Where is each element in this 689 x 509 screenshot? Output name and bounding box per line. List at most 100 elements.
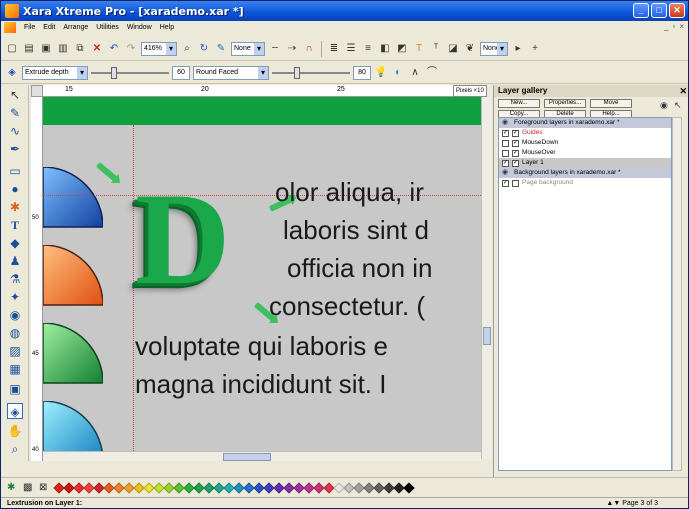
document-icon[interactable] [4, 22, 16, 33]
add-icon[interactable]: + [528, 42, 542, 56]
arrowhead-icon[interactable]: ⇢ [285, 42, 299, 56]
menu-help[interactable]: Help [156, 24, 178, 31]
print-icon[interactable]: ▥ [56, 42, 70, 56]
line-width-icon[interactable]: ↻ [197, 42, 211, 56]
visible-checkbox[interactable]: ✓ [502, 179, 509, 187]
ellipse-tool-icon[interactable]: ● [7, 181, 23, 197]
contour-tool-icon[interactable]: ✦ [7, 289, 23, 305]
locked-checkbox[interactable]: ✓ [512, 159, 519, 167]
eye-icon[interactable]: ◉ [502, 168, 512, 178]
menu-window[interactable]: Window [123, 24, 156, 31]
depth-value-field[interactable]: 60 [172, 65, 190, 80]
gallery-close-icon[interactable]: ✕ [679, 85, 687, 97]
vertical-guideline[interactable] [133, 125, 134, 451]
properties-button[interactable]: Properties... [544, 99, 586, 108]
delete-icon[interactable]: ✕ [90, 42, 104, 56]
bevel-in-icon[interactable]: ∧ [408, 66, 422, 80]
gallery-scrollbar[interactable] [672, 117, 682, 471]
vertical-scroll-thumb[interactable] [483, 327, 491, 345]
new-document-icon[interactable]: ▢ [5, 42, 19, 56]
layer-row-layer1[interactable]: ✓ ✓ Layer 1 [499, 158, 671, 168]
bevel-slider-thumb[interactable] [294, 66, 300, 79]
pen-icon[interactable]: ✎ [214, 42, 228, 56]
horizontal-scrollbar[interactable] [43, 451, 481, 461]
ruler-origin[interactable] [31, 85, 43, 97]
visible-checkbox[interactable]: ✓ [502, 129, 509, 137]
visible-checkbox[interactable]: ✓ [502, 159, 509, 167]
colour-gallery-icon[interactable]: ▩ [23, 482, 35, 494]
shadow-icon[interactable]: ◪ [446, 42, 460, 56]
bevel-tool-icon[interactable]: ◍ [7, 325, 23, 341]
layer-row-mouseover[interactable]: ✓ MouseOver [499, 148, 671, 158]
text-line[interactable]: magna incididunt sit. I [135, 369, 386, 400]
menu-edit[interactable]: Edit [39, 24, 59, 31]
page-indicator[interactable]: ▲▼ Page 3 of 3 [606, 498, 658, 508]
zoom-tool-icon[interactable]: ⌕ [7, 441, 23, 457]
locked-checkbox[interactable]: ✓ [512, 149, 519, 157]
superscript-icon[interactable]: ᵀ [429, 42, 443, 56]
menu-arrange[interactable]: Arrange [59, 24, 92, 31]
text-line[interactable]: officia non in [287, 253, 433, 284]
text-line[interactable]: olor aliqua, ir [275, 177, 424, 208]
photo-tool-icon[interactable]: ▣ [7, 381, 23, 397]
blend-tool-icon[interactable]: ⚗ [7, 271, 23, 287]
visible-checkbox[interactable] [502, 149, 509, 157]
doc-close-button[interactable]: × [679, 22, 684, 31]
rectangle-tool-icon[interactable]: ▭ [7, 163, 23, 179]
move-button[interactable]: Move [590, 99, 632, 108]
horizontal-ruler[interactable]: 15 20 25 [43, 85, 487, 97]
push-tool-icon[interactable]: ✋ [7, 423, 23, 439]
bevel-icon[interactable]: ◩ [395, 42, 409, 56]
depth-slider-thumb[interactable] [111, 66, 117, 79]
bevel-type-dropdown[interactable]: Round Faced [193, 65, 269, 80]
extrude-mode-dropdown[interactable]: Extrude depth [22, 65, 88, 80]
copy-icon[interactable]: ⧉ [73, 42, 87, 56]
extruded-dropcap[interactable]: D [135, 169, 230, 309]
shadow-tool-icon[interactable]: ◉ [7, 307, 23, 323]
align-right-icon[interactable]: ≡ [361, 42, 375, 56]
extrude-tool-icon[interactable]: ◈ [7, 403, 23, 419]
depth-slider[interactable] [91, 66, 169, 79]
text-line[interactable]: laboris sint d [283, 215, 429, 246]
transparency-tool-icon[interactable]: ♟ [7, 253, 23, 269]
align-left-icon[interactable]: ≣ [327, 42, 341, 56]
live-effects-tool-icon[interactable]: ▦ [7, 361, 23, 377]
mould-tool-icon[interactable]: ▨ [7, 343, 23, 359]
text-line[interactable]: voluptate qui laboris e [135, 331, 388, 362]
magnet-icon[interactable]: ∩ [302, 42, 316, 56]
text-line[interactable]: consectetur. ( [269, 291, 425, 322]
colour-swatch[interactable] [403, 481, 415, 494]
title-bar[interactable]: Xara Xtreme Pro - [xarademo.xar *] _ □ ✕ [1, 1, 688, 21]
zoom-icon[interactable]: ⌕ [180, 42, 194, 56]
align-center-icon[interactable]: ☰ [344, 42, 358, 56]
layer-row-guides[interactable]: ✓ ✓ Guides [499, 128, 671, 138]
locked-checkbox[interactable]: ✓ [512, 139, 519, 147]
eye-icon[interactable]: ◉ [502, 118, 512, 128]
extrude-tool-icon[interactable]: ◈ [5, 66, 19, 80]
vertical-ruler[interactable]: 50 45 40 [31, 97, 43, 461]
text-tool-icon[interactable]: T [7, 217, 23, 233]
text-tool-icon[interactable]: T [412, 42, 426, 56]
light-bulb-icon[interactable]: 💡 [374, 66, 388, 80]
line-style-dropdown[interactable]: None [231, 41, 265, 56]
gallery-title-bar[interactable]: Layer gallery ✕ [494, 85, 688, 97]
expand-icon[interactable]: ▸ [511, 42, 525, 56]
zoom-dropdown[interactable]: 416% [141, 41, 177, 56]
horizontal-scroll-thumb[interactable] [223, 453, 271, 461]
locked-checkbox[interactable]: ✓ [512, 129, 519, 137]
maximize-button[interactable]: □ [651, 3, 667, 18]
redo-icon[interactable]: ↷ [124, 42, 138, 56]
visibility-eye-icon[interactable]: ◉ [660, 100, 668, 111]
fill-tool-icon[interactable]: ◆ [7, 235, 23, 251]
bevel-out-icon[interactable]: ⌒ [425, 66, 439, 80]
transparency-icon[interactable]: ◧ [378, 42, 392, 56]
minimize-button[interactable]: _ [633, 3, 649, 18]
layer-row-page-background[interactable]: ✓ Page background [499, 178, 671, 188]
dash-pattern-icon[interactable]: ╌ [268, 42, 282, 56]
colour-editor-icon[interactable]: ✱ [7, 482, 19, 494]
no-colour-icon[interactable]: ⊠ [39, 482, 51, 494]
selector-tool-icon[interactable]: ↖ [7, 87, 23, 103]
menu-utilities[interactable]: Utilities [92, 24, 123, 31]
fill-dropdown[interactable]: None [480, 41, 508, 56]
feather-icon[interactable]: ❦ [463, 42, 477, 56]
